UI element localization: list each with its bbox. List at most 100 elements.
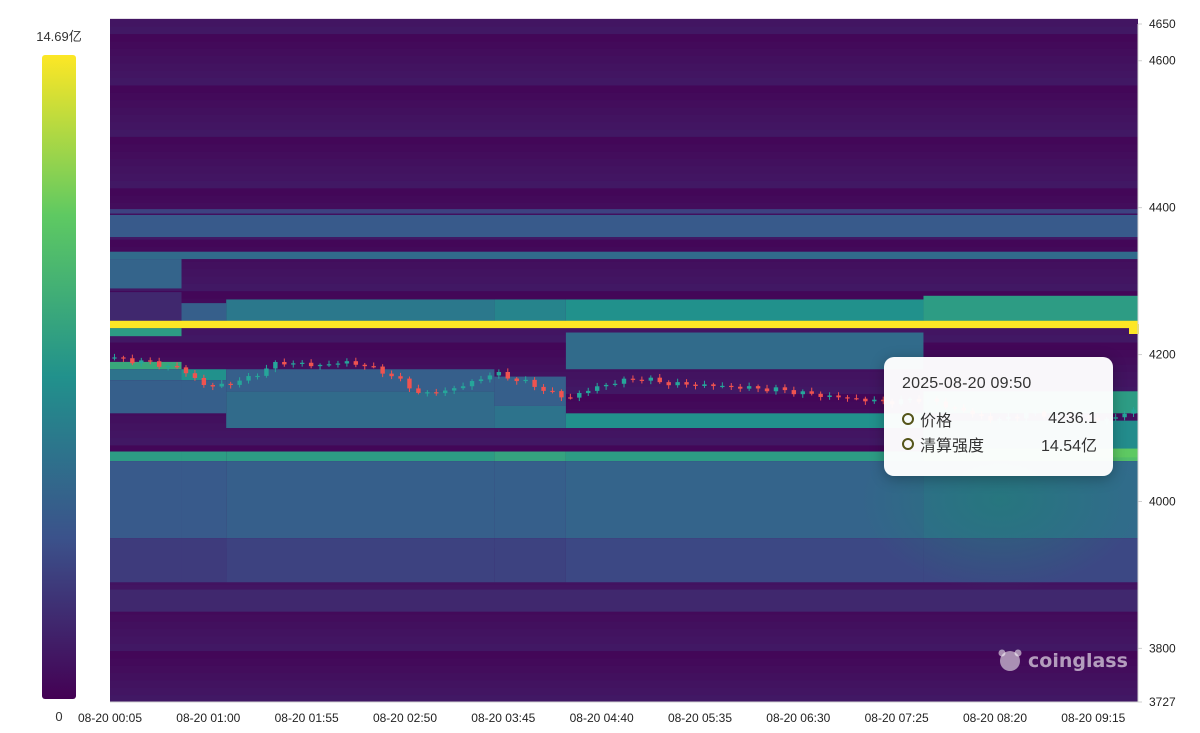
heatmap-cell: [110, 62, 1138, 71]
candle-body: [291, 363, 296, 365]
y-axis-ticks: 4650 4600 4400 4200 4000 3800 3727: [1138, 17, 1176, 709]
y-tick-label: 4600: [1149, 54, 1176, 68]
candle-body: [800, 391, 805, 395]
heatmap-cell: [181, 451, 227, 462]
candle-body: [282, 362, 287, 365]
y-tick-label: 4400: [1149, 201, 1176, 215]
candle-body: [121, 357, 126, 359]
heatmap-cell: [110, 92, 1138, 101]
candle-body: [165, 365, 171, 368]
heatmap-cell: [110, 538, 182, 583]
candle-body: [237, 380, 242, 385]
heatmap-cell: [110, 214, 1138, 238]
heatmap-cell: [565, 538, 924, 583]
candle-body: [139, 360, 144, 364]
heatmap-cell: [110, 621, 1138, 630]
heatmap-cell: [110, 361, 182, 370]
candle-body: [675, 382, 680, 386]
watermark-text: coinglass: [1028, 650, 1128, 672]
heatmap-cell: [110, 40, 1138, 49]
candle-body: [478, 379, 484, 382]
candle-body: [112, 357, 117, 359]
candle-body: [711, 384, 716, 387]
candle-body: [496, 371, 502, 376]
heatmap-cell: [226, 451, 495, 462]
candle-body: [630, 378, 636, 380]
heatmap-cell: [181, 538, 227, 583]
y-tick-label: 4000: [1149, 494, 1176, 508]
heatmap-cell: [110, 121, 1138, 130]
candle-body: [148, 360, 153, 362]
candle-body: [657, 377, 662, 383]
candle-body: [344, 361, 350, 364]
heatmap-cell: [110, 283, 1138, 292]
x-tick-label: 08-20 02:50: [373, 711, 437, 725]
candle-body: [755, 386, 761, 389]
heatmap-cell: [110, 84, 1138, 93]
candle-body: [746, 386, 752, 389]
tooltip-intensity-label: 清算强度: [920, 437, 985, 455]
candle-body: [183, 367, 189, 374]
candle-body: [264, 368, 269, 376]
heatmap-cell: [110, 99, 1138, 108]
candle-body: [308, 362, 314, 367]
candle-body: [460, 386, 466, 389]
tooltip-price-label: 价格: [920, 412, 953, 430]
x-tick-label: 08-20 09:15: [1061, 711, 1125, 725]
candle-body: [854, 398, 859, 400]
y-tick-label: 4200: [1149, 348, 1176, 362]
candle-body: [246, 376, 251, 381]
x-tick-label: 08-20 04:40: [570, 711, 634, 725]
candle-body: [335, 363, 341, 365]
heatmap-cell: [110, 694, 1138, 703]
candle-body: [228, 383, 233, 385]
candle-body: [469, 381, 475, 387]
tooltip-price-value: 4236.1: [1048, 409, 1097, 427]
candle-body: [559, 391, 564, 398]
heatmap-cell: [110, 114, 1138, 123]
heatmap-cell: [494, 376, 566, 406]
colorbar-max-label: 14.69亿: [36, 29, 82, 44]
x-tick-label: 08-20 00:05: [78, 711, 142, 725]
heatmap-cell: [110, 320, 1138, 329]
candle-body: [1113, 417, 1118, 419]
candle-body: [1131, 409, 1136, 414]
candle-body: [594, 386, 600, 391]
x-tick-label: 08-20 05:35: [668, 711, 732, 725]
y-tick-label: 3727: [1149, 695, 1176, 709]
candle-body: [219, 383, 224, 387]
candle-body: [362, 364, 367, 367]
candle-body: [818, 393, 823, 397]
intensity-dot-icon: [902, 437, 914, 450]
heatmap-cell: [110, 665, 1138, 674]
candle-body: [1122, 413, 1127, 418]
candle-body: [299, 362, 305, 364]
heatmap-cell: [110, 268, 1138, 277]
tooltip-time: 2025-08-20 09:50: [902, 375, 1032, 392]
heatmap-cell: [110, 292, 182, 326]
heatmap-cell: [110, 613, 1138, 622]
heatmap-cell: [110, 48, 1138, 57]
candle-body: [505, 371, 510, 379]
candle-body: [201, 377, 207, 386]
heatmap-cell: [226, 538, 495, 583]
heatmap-cell: [494, 451, 566, 462]
candle-body: [648, 377, 654, 381]
candle-body: [434, 392, 439, 394]
candle-body: [192, 373, 198, 378]
candle-body: [577, 392, 582, 398]
candle-body: [693, 384, 698, 387]
candle-body: [568, 397, 573, 399]
candle-body: [720, 385, 725, 388]
candle-body: [809, 391, 814, 394]
heatmap-cell: [565, 451, 924, 462]
candle-body: [666, 382, 671, 386]
heatmap-cell: [110, 687, 1138, 696]
heatmap-cell: [110, 180, 1138, 189]
heatmap-cell: [565, 332, 924, 370]
candle-body: [273, 362, 278, 369]
hover-tooltip: 2025-08-20 09:50 价格 4236.1 清算强度 14.54亿: [884, 357, 1113, 476]
candle-body: [532, 379, 537, 387]
heatmap-cell: [110, 70, 1138, 79]
heatmap-cell: [494, 461, 566, 539]
